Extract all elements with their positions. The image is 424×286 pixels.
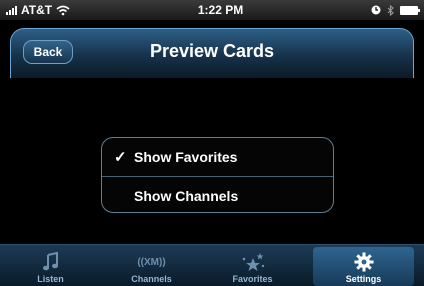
option-label: Show Favorites (134, 149, 238, 165)
status-right (371, 4, 420, 16)
preview-cards-screen: Back Preview Cards ✓ Show Favorites Show… (0, 20, 424, 244)
checkmark-icon: ✓ (114, 149, 127, 166)
tab-bar: Listen ((XM)) Channels Favorites Setting… (0, 244, 424, 286)
option-show-favorites[interactable]: ✓ Show Favorites (102, 138, 333, 176)
clock-icon (371, 5, 381, 15)
tab-label: Channels (131, 274, 172, 284)
battery-icon (400, 5, 420, 15)
navigation-bar: Back Preview Cards (10, 28, 414, 78)
tab-favorites[interactable]: Favorites (202, 245, 303, 286)
tab-label: Listen (37, 274, 64, 284)
option-label: Show Channels (134, 187, 239, 204)
stars-icon (240, 250, 266, 274)
tab-label: Settings (345, 274, 382, 284)
status-bar: AT&T 1:22 PM (0, 0, 424, 20)
page-title: Preview Cards (149, 41, 275, 61)
tab-settings[interactable]: Settings (313, 247, 414, 286)
tab-listen[interactable]: Listen (0, 245, 101, 286)
carrier-label: AT&T (21, 3, 53, 17)
music-note-icon (42, 250, 59, 274)
status-left: AT&T (6, 3, 70, 17)
wifi-icon (56, 5, 70, 15)
signal-strength-icon (6, 5, 17, 15)
gear-icon (354, 250, 374, 274)
xm-signal-icon: ((XM)) (137, 256, 166, 268)
tab-channels[interactable]: ((XM)) Channels (101, 245, 202, 286)
preview-options-list: ✓ Show Favorites Show Channels (101, 137, 334, 213)
tab-label: Favorites (232, 274, 273, 284)
option-show-channels[interactable]: Show Channels (102, 176, 333, 212)
status-time: 1:22 PM (197, 3, 244, 17)
bluetooth-icon (387, 4, 394, 16)
